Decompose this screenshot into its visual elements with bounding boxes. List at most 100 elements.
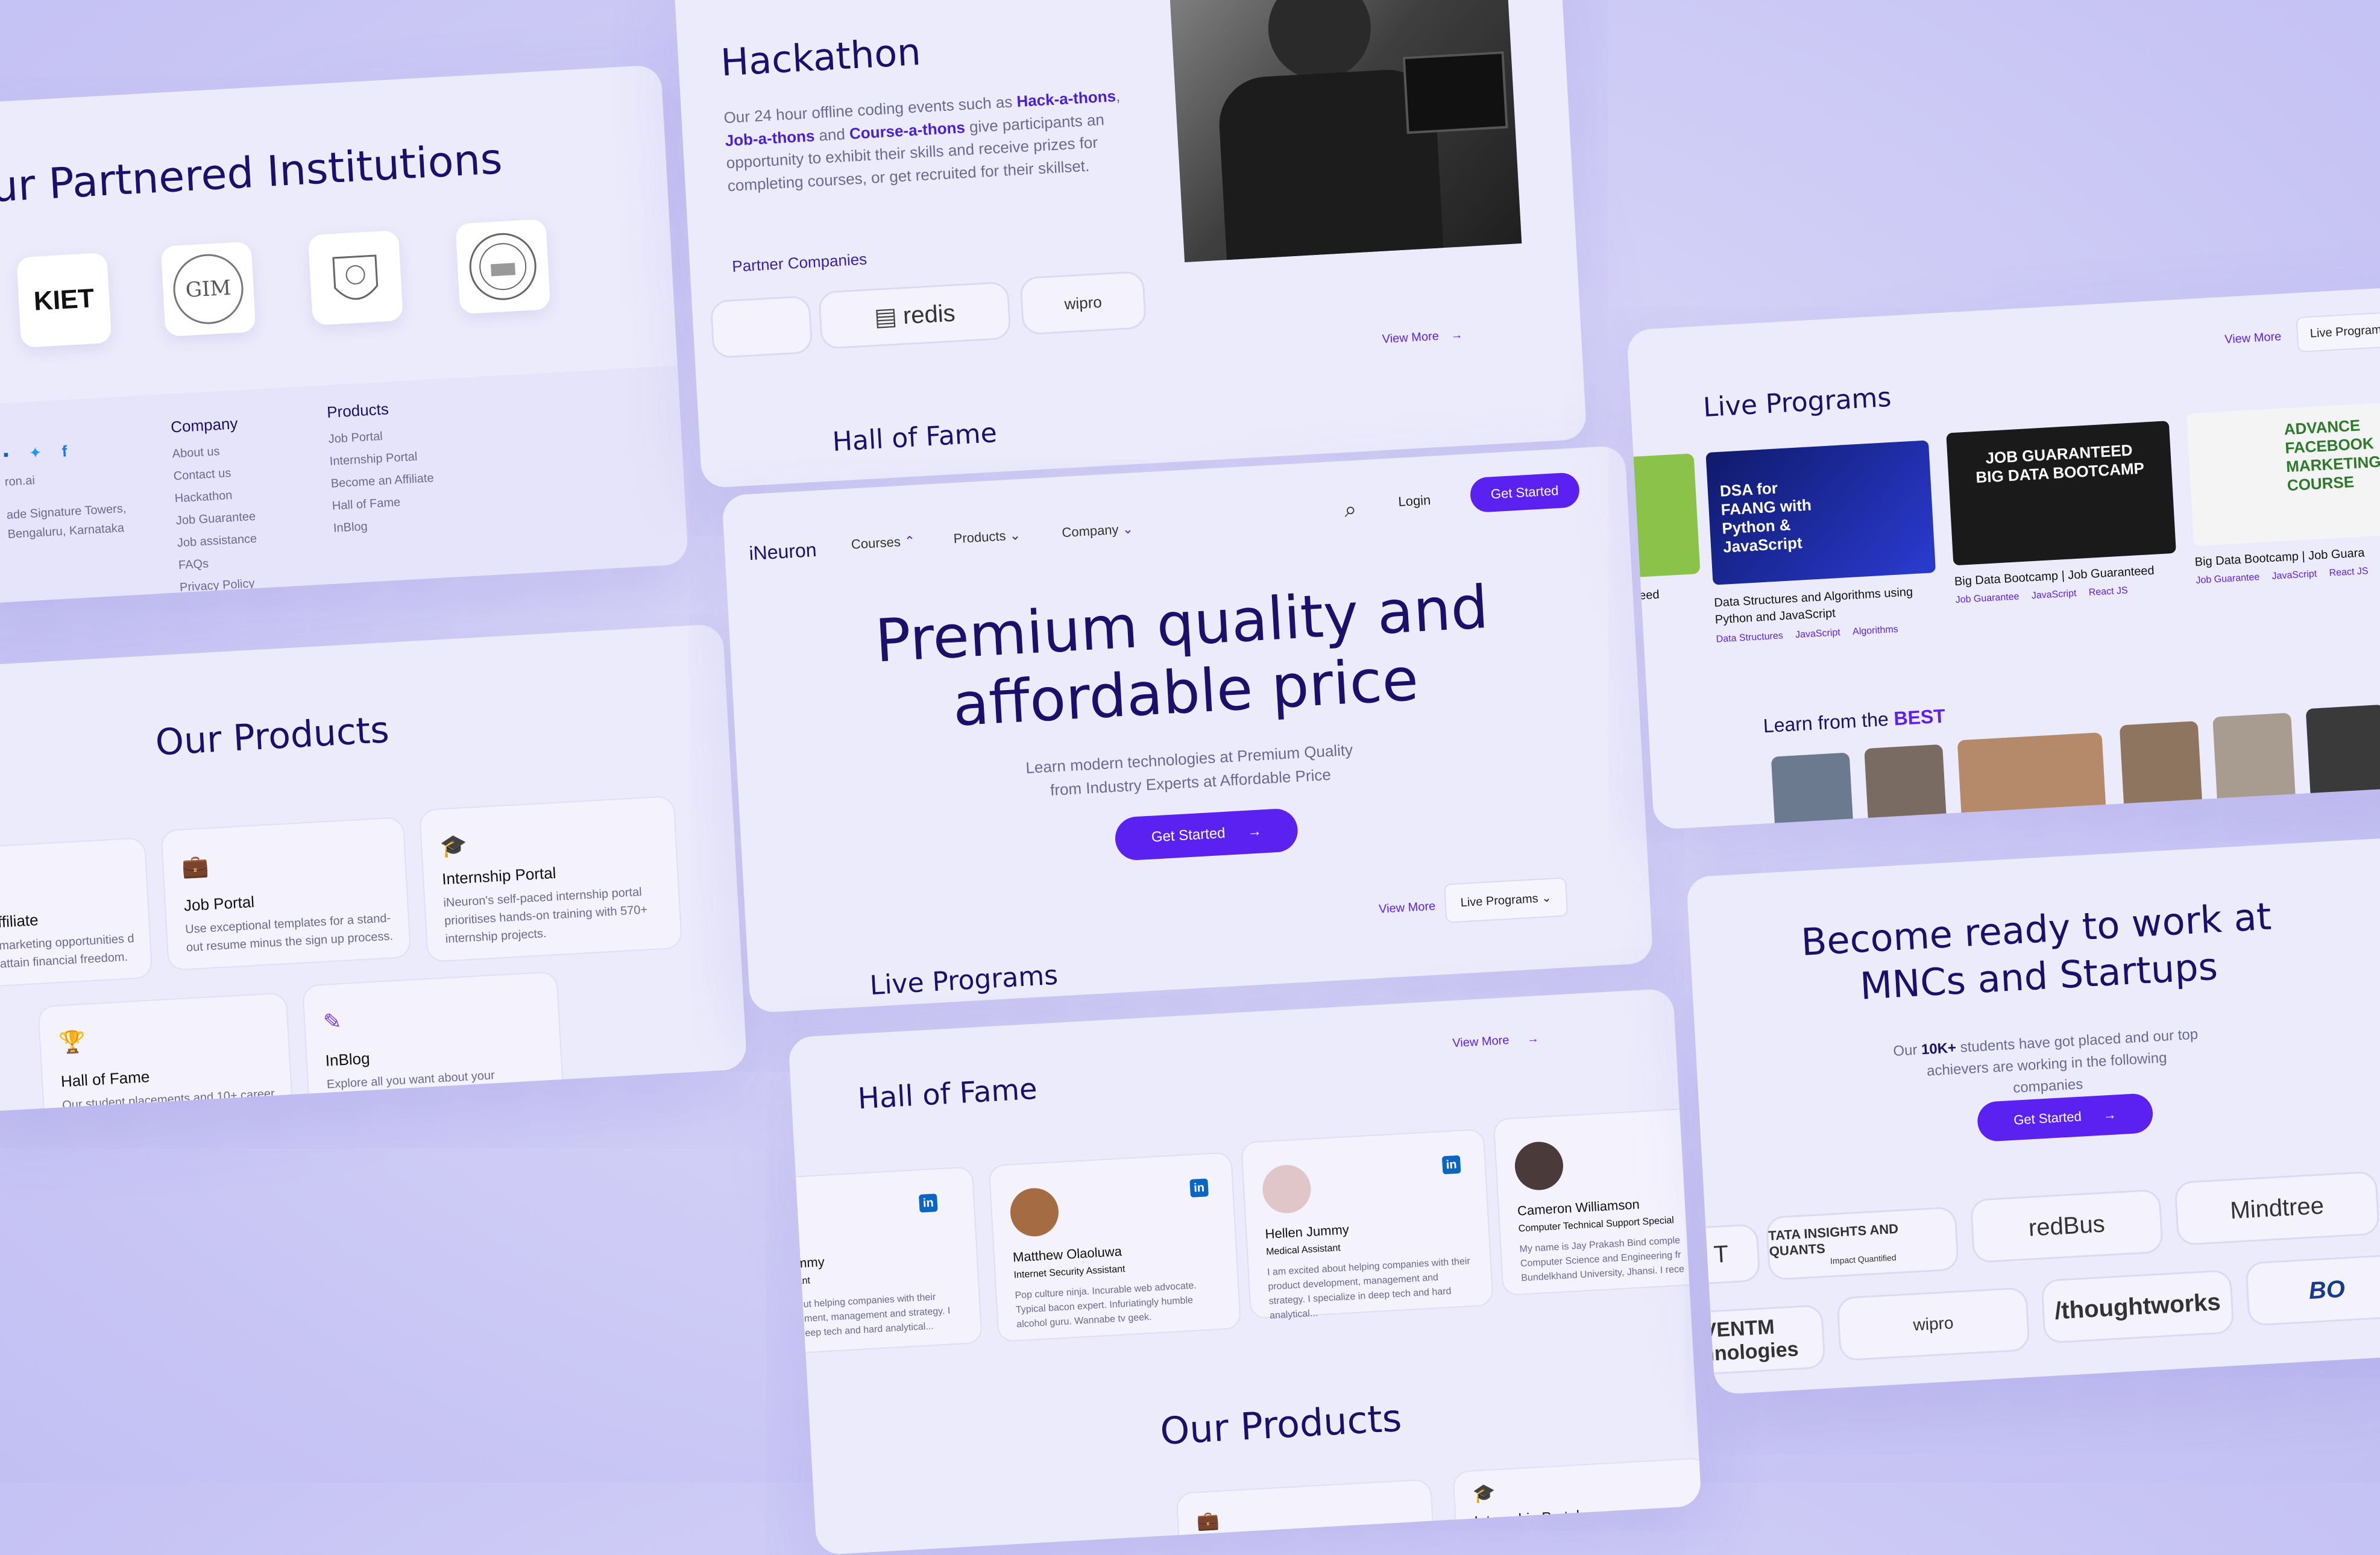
nav-courses[interactable]: Courses ⌃ bbox=[851, 533, 916, 553]
footer-link[interactable]: Become an Affiliate bbox=[330, 471, 434, 491]
search-icon[interactable]: ⌕ bbox=[1344, 497, 1358, 523]
learn-from-best: Learn from the BEST bbox=[1762, 705, 1946, 737]
linkedin-icon[interactable]: in bbox=[1189, 1178, 1209, 1198]
graduation-cap-icon: 🎓 bbox=[1472, 1483, 1496, 1504]
footer-link[interactable]: Terms and Conditions bbox=[181, 597, 298, 605]
footer-link[interactable]: Job assistance bbox=[177, 530, 294, 550]
mncs-title: Become ready to work at MNCs and Startup… bbox=[1799, 894, 2273, 1008]
hall-of-fame-title: Hall of Fame bbox=[857, 1072, 1038, 1116]
products-title: Our Products bbox=[154, 709, 391, 764]
hall-of-fame-view-more[interactable]: View More → bbox=[1452, 1032, 1540, 1051]
mncs-cta-button[interactable]: Get Started → bbox=[1976, 1093, 2154, 1143]
arrow-right-icon: → bbox=[1450, 328, 1463, 342]
institution-seal-logo bbox=[455, 219, 551, 315]
footer-link[interactable]: Job Guarantee bbox=[175, 507, 292, 528]
partner-blank-logo bbox=[710, 295, 813, 359]
tata-logo: TATA INSIGHTS AND QUANTS Impact Quantifi… bbox=[1765, 1206, 1960, 1281]
live-programs-dropdown[interactable]: Live Programs ⌄ bbox=[1443, 877, 1569, 923]
linkedin-icon[interactable]: in bbox=[919, 1193, 938, 1213]
arrow-right-icon: → bbox=[1247, 823, 1262, 840]
trophy-icon: 🏆 bbox=[58, 1028, 87, 1055]
mentor-photo bbox=[2212, 712, 2298, 830]
briefcase-icon: 💼 bbox=[181, 853, 210, 879]
product-card-job-portal[interactable]: 💼 Job Portal Use exceptional templates f… bbox=[160, 816, 412, 972]
footer-domain: ron.ai bbox=[4, 474, 36, 489]
profile-card[interactable]: Cameron Williamson Computer Technical Su… bbox=[1493, 1107, 1702, 1296]
chevron-down-icon: ⌄ bbox=[1009, 527, 1021, 543]
course-card[interactable]: uaranteed JS bbox=[1626, 453, 1706, 675]
course-banner: ADVANCE FACEBOOK MARKETING COURSE bbox=[2186, 401, 2380, 547]
profile-card[interactable]: in mmy ant out helping companies with th… bbox=[788, 1166, 983, 1355]
nav-get-started-button[interactable]: Get Started bbox=[1469, 472, 1580, 514]
ineuron-logo[interactable]: iNeuron bbox=[749, 539, 817, 565]
our-products-peek-title: Our Products bbox=[1159, 1395, 1403, 1454]
redis-logo: ▤ redis bbox=[817, 281, 1012, 350]
footer-link[interactable]: Hackathon bbox=[174, 485, 291, 506]
partner-companies-label: Partner Companies bbox=[731, 250, 867, 276]
chevron-down-icon: ⌄ bbox=[1541, 891, 1552, 905]
footer-address: ade Signature Towers, Bengaluru, Karnata… bbox=[6, 501, 127, 541]
chevron-up-icon: ⌃ bbox=[904, 533, 916, 549]
product-card-peek: 💼 bbox=[1176, 1478, 1435, 1555]
live-programs-title: Live Programs bbox=[1702, 382, 1892, 424]
hero-cta-button[interactable]: Get Started → bbox=[1114, 808, 1299, 861]
product-card-affiliate[interactable]: ffiliate marketing opportunities d attai… bbox=[0, 837, 153, 988]
product-card-inblog[interactable]: ✎ InBlog Explore all you want about your… bbox=[301, 971, 565, 1113]
nav-products[interactable]: Products ⌄ bbox=[953, 527, 1021, 547]
hero-card: iNeuron Courses ⌃ Products ⌄ Company ⌄ ⌕… bbox=[722, 445, 1654, 1014]
nav-company[interactable]: Company ⌄ bbox=[1062, 521, 1134, 541]
hall-of-fame-card: Hall of Fame View More → in mmy ant out … bbox=[788, 988, 1702, 1555]
avatar bbox=[1009, 1187, 1060, 1238]
arrow-right-icon: → bbox=[1526, 1032, 1540, 1046]
kiet-logo: KIET bbox=[16, 252, 112, 348]
course-card[interactable]: DSA for FAANG with Python & JavaScript D… bbox=[1705, 440, 1941, 681]
mentor-photo bbox=[1771, 752, 1856, 830]
product-card-internship-portal[interactable]: 🎓 Internship Portal iNeuron's self-paced… bbox=[418, 795, 683, 963]
footer-link[interactable]: Hall of Fame bbox=[332, 494, 435, 514]
hackathon-card: Hackathon Our 24 hour offline coding eve… bbox=[673, 0, 1587, 489]
course-banner: JOB GUARANTEED BIG DATA BOOTCAMP bbox=[1946, 421, 2176, 566]
live-programs-view-more[interactable]: View More bbox=[2224, 330, 2282, 347]
linkedin-icon[interactable]: in bbox=[1441, 1155, 1461, 1175]
facebook-icon[interactable]: f bbox=[61, 442, 68, 460]
course-card[interactable]: JOB GUARANTEED BIG DATA BOOTCAMP Big Dat… bbox=[1946, 421, 2182, 662]
gim-logo: GIM bbox=[160, 241, 256, 337]
footer-link[interactable]: Contact us bbox=[173, 463, 290, 484]
footer-link[interactable]: Privacy Policy bbox=[179, 574, 296, 595]
twitter-icon[interactable]: ✦ bbox=[28, 443, 42, 462]
product-card-internship-peek[interactable]: 🎓 Internship Portal bbox=[1452, 1457, 1702, 1547]
product-card-hall-of-fame[interactable]: 🏆 Hall of Fame Our student placements an… bbox=[37, 992, 295, 1113]
eventm-logo: EVENTM chnologies bbox=[1686, 1304, 1826, 1376]
footer-link[interactable]: About us bbox=[172, 441, 289, 462]
login-link[interactable]: Login bbox=[1398, 492, 1431, 510]
avatar bbox=[1261, 1163, 1312, 1215]
hero-view-more[interactable]: View More bbox=[1379, 900, 1436, 917]
footer-company-col: Company About us Contact us Hackathon Jo… bbox=[170, 412, 298, 605]
hall-of-fame-peek-title: Hall of Fame bbox=[831, 417, 998, 458]
course-card[interactable]: ADVANCE FACEBOOK MARKETING COURSE Big Da… bbox=[2186, 401, 2380, 642]
chevron-down-icon: ⌄ bbox=[1121, 521, 1134, 537]
footer-link[interactable]: Internship Portal bbox=[329, 449, 433, 469]
hackathon-view-more[interactable]: View More → bbox=[1382, 328, 1463, 347]
hackathon-title: Hackathon bbox=[719, 30, 922, 85]
footer-products-col: Products Job Portal Internship Portal Be… bbox=[326, 397, 437, 544]
mindtree-logo: Mindtree bbox=[2174, 1170, 2380, 1246]
hero-headline: Premium quality and affordable price bbox=[873, 573, 1490, 740]
linkedin-icon[interactable]: ▪ bbox=[2, 445, 9, 463]
hackathon-photo bbox=[1167, 0, 1522, 263]
partners-card: ur Partnered Institutions KIET GIM ▪ ✦ f… bbox=[0, 64, 689, 605]
graduation-cap-icon: 🎓 bbox=[439, 832, 468, 859]
footer: ▪ ✦ f ron.ai ade Signature Towers, Benga… bbox=[0, 365, 689, 605]
footer-link[interactable]: FAQs bbox=[178, 552, 295, 573]
footer-link[interactable]: Job Portal bbox=[328, 427, 432, 447]
company-logo: T bbox=[1686, 1223, 1761, 1286]
thoughtworks-logo: /thoughtworks bbox=[2041, 1269, 2235, 1344]
profile-card[interactable]: in Matthew Olaoluwa Internet Security As… bbox=[988, 1151, 1242, 1343]
hackathon-desc: Our 24 hour offline coding events such a… bbox=[723, 86, 1121, 195]
course-banner: DSA for FAANG with Python & JavaScript bbox=[1705, 440, 1936, 585]
redis-icon: ▤ bbox=[874, 303, 898, 331]
footer-link[interactable]: InBlog bbox=[333, 516, 436, 536]
profile-card[interactable]: in Hellen Jummy Medical Assistant I am e… bbox=[1240, 1128, 1494, 1321]
mentor-photo bbox=[2305, 704, 2380, 829]
live-programs-dropdown[interactable]: Live Programs bbox=[2296, 311, 2380, 353]
